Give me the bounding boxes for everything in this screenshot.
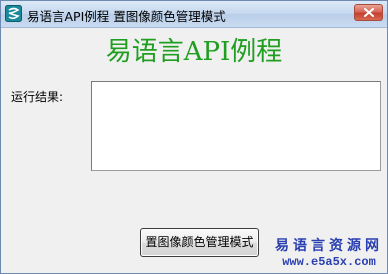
result-label: 运行结果: [11, 90, 64, 104]
watermark-url: www.e5a5x.com [282, 255, 376, 269]
close-button[interactable] [354, 4, 383, 21]
watermark-site-name: 易语言资源网 [275, 238, 383, 254]
app-window: 易语言API例程 置图像颜色管理模式 易语言API例程 运行结果: 置图像颜色管… [0, 0, 388, 274]
page-heading: 易语言API例程 [105, 37, 283, 67]
result-output-box[interactable] [91, 81, 381, 171]
site-watermark: 易语言资源网 www.e5a5x.com [275, 237, 383, 270]
set-color-management-mode-button[interactable]: 置图像颜色管理模式 [140, 228, 259, 257]
title-bar[interactable]: 易语言API例程 置图像颜色管理模式 [1, 1, 387, 28]
client-area: 易语言API例程 运行结果: 置图像颜色管理模式 易语言资源网 www.e5a5… [1, 28, 387, 273]
e-language-logo-icon [5, 5, 22, 22]
close-icon [364, 8, 374, 17]
window-title: 易语言API例程 置图像颜色管理模式 [27, 9, 226, 24]
